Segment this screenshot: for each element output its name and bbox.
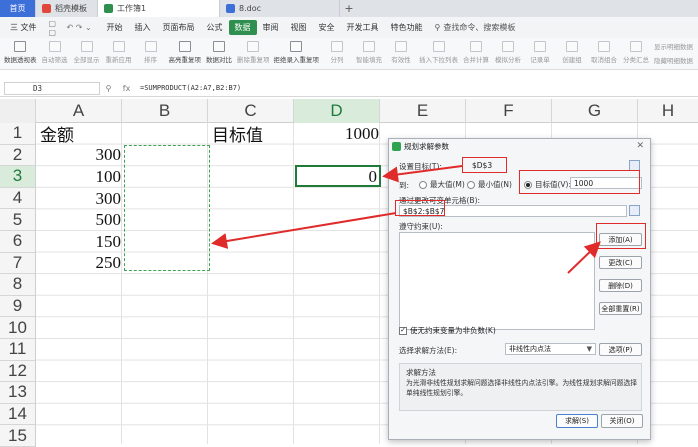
- arrow-changing-to-b: [211, 212, 397, 249]
- annotation-arrows: [211, 165, 601, 274]
- arrow-to-add-button: [567, 241, 601, 274]
- arrow-objective-to-d3: [382, 165, 463, 183]
